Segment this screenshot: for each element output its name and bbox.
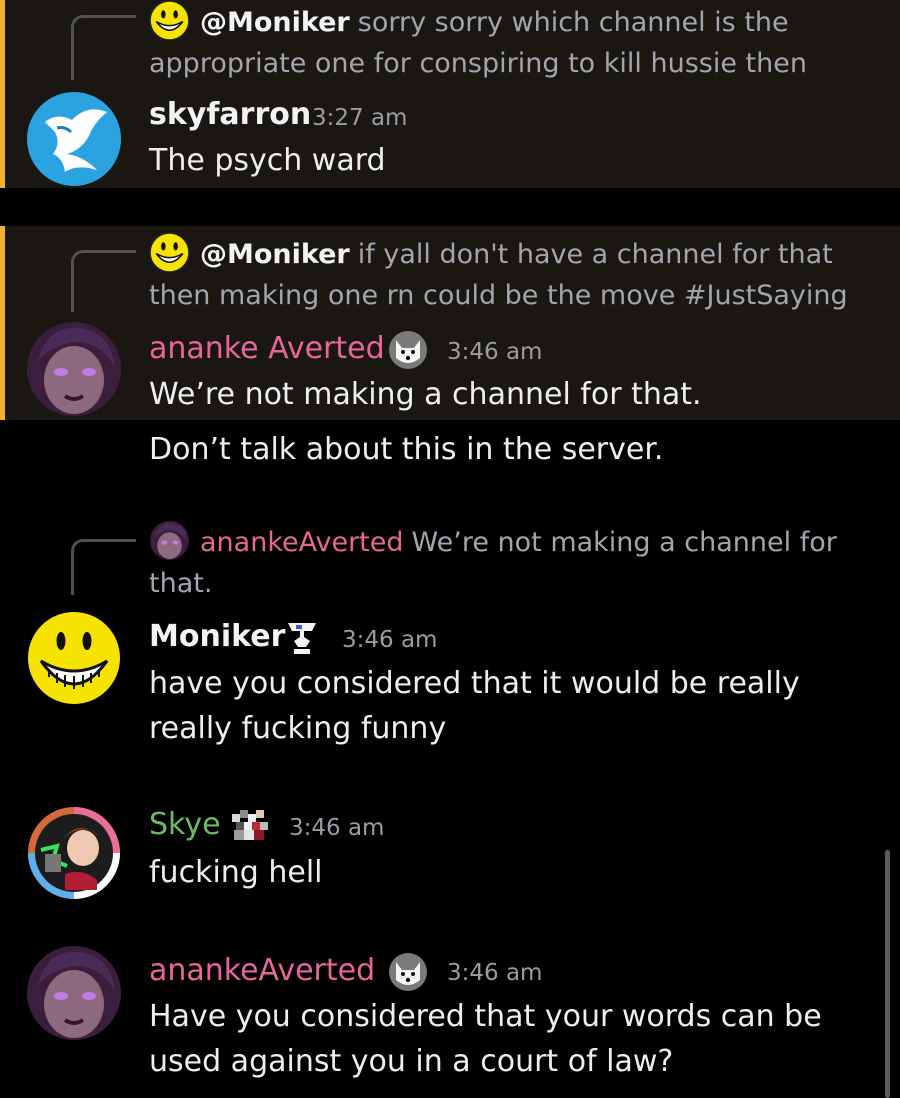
dog-badge-icon [388, 330, 428, 370]
smiley-icon [149, 232, 190, 273]
timestamp: 3:46 am [447, 339, 543, 365]
avatar[interactable] [27, 806, 121, 900]
message-text: The psych ward [149, 143, 386, 178]
avatar[interactable] [27, 92, 121, 186]
message-text: Don’t talk about this in the server. [149, 432, 664, 467]
message-text: Have you considered that your words can … [149, 999, 822, 1079]
reply-preview[interactable]: @Moniker if yall don't have a channel for… [149, 232, 889, 316]
timestamp: 3:27 am [312, 105, 408, 131]
timestamp: 3:46 am [342, 627, 438, 653]
purple-portrait-mini-icon [150, 521, 189, 560]
timestamp: 3:46 am [447, 960, 543, 986]
avatar[interactable] [27, 946, 121, 1040]
username[interactable]: Moniker [149, 617, 285, 657]
timestamp: 3:46 am [289, 815, 385, 841]
smiley-avatar-icon [28, 612, 120, 704]
username[interactable]: Skye [149, 805, 221, 845]
purple-portrait-avatar-icon [27, 322, 121, 416]
purple-portrait-avatar-icon [27, 946, 121, 1040]
pixel-badge-icon [230, 806, 270, 846]
dog-badge-icon [388, 952, 428, 992]
message-text: have you considered that it would be rea… [149, 666, 800, 746]
username[interactable]: anankeAverted [149, 951, 375, 991]
username[interactable]: skyfarron [149, 95, 311, 135]
message-text: We’re not making a channel for that. [149, 377, 702, 412]
reply-connector [71, 15, 136, 80]
reply-mention[interactable]: @Moniker [200, 239, 350, 270]
chess-badge-icon [282, 617, 322, 657]
reply-mention[interactable]: @Moniker [200, 7, 350, 38]
pride-ring-avatar-icon [28, 807, 120, 899]
username[interactable]: ananke Averted [149, 329, 385, 369]
reply-preview[interactable]: anankeAverted We’re not making a channel … [149, 520, 889, 604]
message-text: fucking hell [149, 855, 323, 890]
bird-avatar-icon [27, 92, 121, 186]
avatar[interactable] [27, 322, 121, 416]
reply-connector [71, 539, 136, 595]
reply-mention[interactable]: anankeAverted [200, 527, 404, 558]
scrollbar[interactable] [885, 850, 890, 1098]
smiley-icon [149, 0, 190, 41]
reply-connector [71, 250, 136, 312]
avatar[interactable] [27, 611, 121, 705]
reply-preview[interactable]: @Moniker sorry sorry which channel is the… [149, 0, 889, 84]
